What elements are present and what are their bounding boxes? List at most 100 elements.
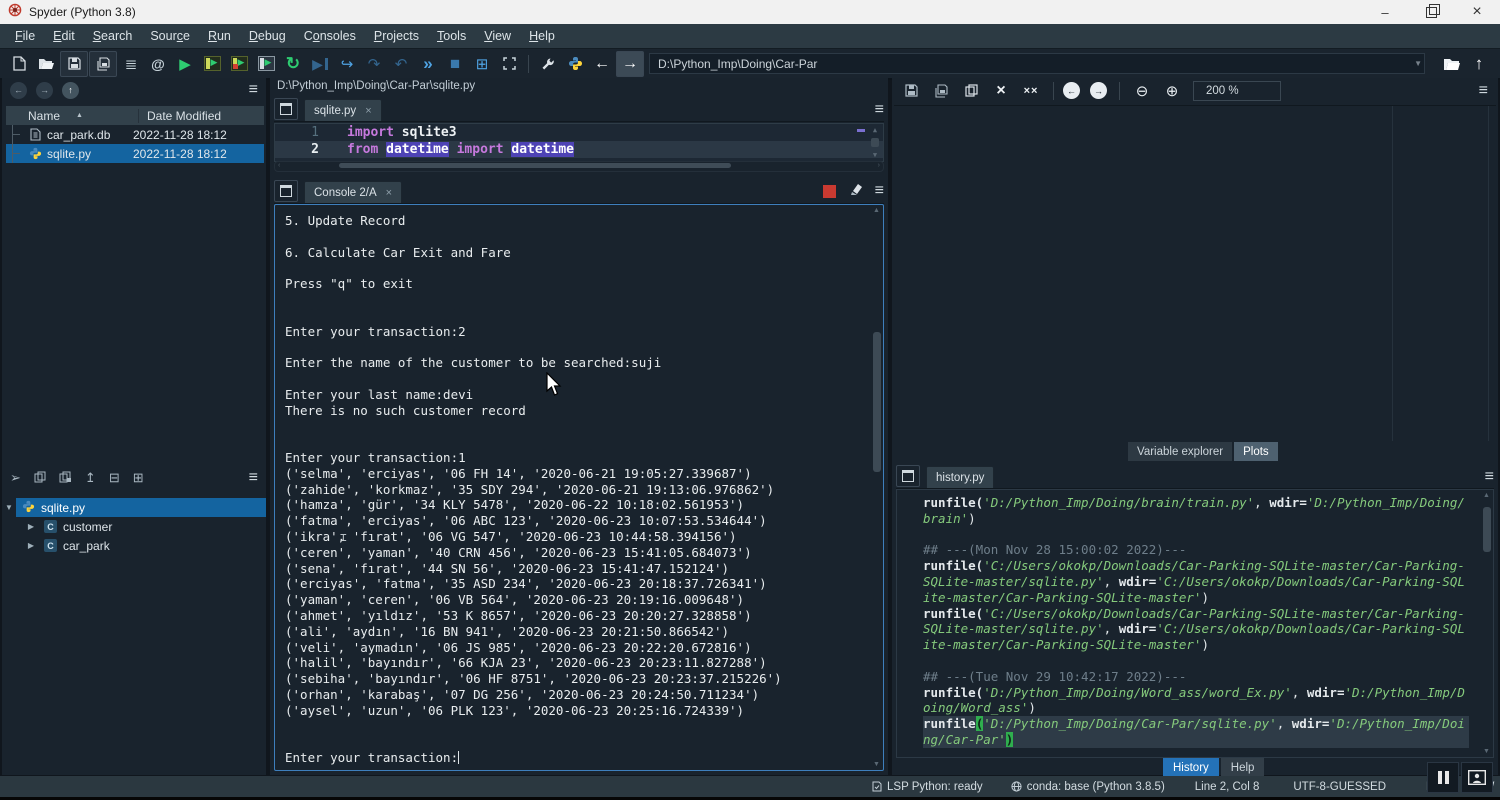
files-next-button[interactable]: → xyxy=(36,82,53,99)
back-button[interactable]: ← xyxy=(589,52,615,76)
console-options-menu-button[interactable]: ≡ xyxy=(875,182,884,200)
save-button[interactable] xyxy=(60,51,88,77)
run-cell-button[interactable]: ▶ xyxy=(199,52,225,76)
zoom-out-button[interactable]: ⊖ xyxy=(1129,79,1155,103)
scrollbar-thumb[interactable] xyxy=(1483,507,1491,552)
restore-button[interactable] xyxy=(1408,0,1454,24)
ipython-console[interactable]: 5. Update Record 6. Calculate Car Exit a… xyxy=(274,204,884,771)
close-tab-icon[interactable]: × xyxy=(365,105,371,117)
history-file-tab[interactable]: history.py xyxy=(926,466,994,488)
code-editor[interactable]: 1import sqlite32from datetime import dat… xyxy=(274,123,884,162)
menu-item-source[interactable]: Source xyxy=(141,26,199,46)
editor-scrollbar[interactable]: ▲ ▼ xyxy=(869,125,881,160)
debug-cell-button[interactable]: ↪ xyxy=(334,52,360,76)
copy-icon[interactable] xyxy=(34,471,46,486)
next-plot-button[interactable]: → xyxy=(1090,82,1107,99)
follow-cursor-icon[interactable]: ➢ xyxy=(10,470,21,486)
browse-directory-button[interactable] xyxy=(1439,52,1465,76)
menu-item-help[interactable]: Help xyxy=(520,26,564,46)
history-options-menu-button[interactable]: ≡ xyxy=(1485,468,1494,486)
menu-item-projects[interactable]: Projects xyxy=(365,26,428,46)
remove-all-plots-button[interactable]: ×× xyxy=(1018,79,1044,103)
outline-options-menu-button[interactable]: ≡ xyxy=(249,469,258,487)
menu-item-file[interactable]: File xyxy=(6,26,44,46)
editor-line-2[interactable]: 2from datetime import datetime xyxy=(275,141,883,158)
scroll-down-icon[interactable]: ▼ xyxy=(1483,748,1490,755)
step-return-button[interactable]: ↶ xyxy=(388,52,414,76)
interrupt-kernel-icon[interactable] xyxy=(823,185,836,198)
tree-collapsed-icon[interactable]: ▶ xyxy=(24,522,38,531)
tab-plots[interactable]: Plots xyxy=(1234,442,1278,461)
copy-plot-button[interactable] xyxy=(958,79,984,103)
conda-env-status[interactable]: conda: base (Python 3.8.5) xyxy=(1011,781,1165,793)
menu-item-tools[interactable]: Tools xyxy=(428,26,475,46)
column-header-name[interactable]: Name ▲ xyxy=(6,109,138,123)
python-path-button[interactable] xyxy=(562,52,588,76)
tab-history[interactable]: History xyxy=(1163,758,1219,778)
pause-updates-button[interactable] xyxy=(1427,762,1459,793)
menu-item-consoles[interactable]: Consoles xyxy=(295,26,365,46)
stop-debug-button[interactable]: ■ xyxy=(442,52,468,76)
history-log[interactable]: runfile('D:/Python_Imp/Doing/brain/train… xyxy=(896,489,1494,758)
new-file-button[interactable] xyxy=(6,52,32,76)
scroll-up-icon[interactable]: ▲ xyxy=(1483,492,1490,499)
debug-file-button[interactable]: ▶ xyxy=(307,52,333,76)
scroll-down-icon[interactable]: ▼ xyxy=(873,151,877,159)
tab-variable-explorer[interactable]: Variable explorer xyxy=(1128,442,1232,461)
copy-all-icon[interactable] xyxy=(59,471,72,486)
scroll-down-icon[interactable]: ▼ xyxy=(873,761,880,768)
files-parent-button[interactable]: ↑ xyxy=(62,82,79,99)
step-over-button[interactable]: ↷ xyxy=(361,52,387,76)
preferences-button[interactable] xyxy=(535,52,561,76)
working-directory-input[interactable] xyxy=(649,53,1425,74)
menu-item-view[interactable]: View xyxy=(475,26,520,46)
previous-plot-button[interactable]: ← xyxy=(1063,82,1080,99)
external-window-button[interactable]: ⊞ xyxy=(469,52,495,76)
menu-item-run[interactable]: Run xyxy=(199,26,240,46)
scroll-up-icon[interactable]: ▲ xyxy=(873,126,877,134)
save-all-button[interactable] xyxy=(89,51,117,77)
expand-all-icon[interactable]: ⊞ xyxy=(133,470,144,486)
history-scrollbar[interactable]: ▲ ▼ xyxy=(1481,492,1492,755)
browse-tabs-button[interactable] xyxy=(274,180,298,202)
outline-root-sqlite.py[interactable]: ▼sqlite.py xyxy=(2,498,266,517)
plots-options-menu-button[interactable]: ≡ xyxy=(1479,82,1488,100)
close-button[interactable]: × xyxy=(1454,0,1500,24)
outline-item-car_park[interactable]: ▶Ccar_park xyxy=(2,536,266,555)
parent-directory-button[interactable]: ↑ xyxy=(1466,52,1492,76)
forward-button[interactable]: → xyxy=(616,51,644,77)
path-dropdown-icon[interactable]: ▼ xyxy=(1414,59,1422,68)
browse-tabs-button[interactable] xyxy=(896,465,920,487)
close-tab-icon[interactable]: × xyxy=(386,187,392,199)
editor-line-1[interactable]: 1import sqlite3 xyxy=(275,124,883,141)
scroll-left-icon[interactable]: ‹ xyxy=(278,162,280,169)
run-file-button[interactable]: ▶ xyxy=(172,52,198,76)
collapse-all-icon[interactable]: ⊟ xyxy=(109,470,120,486)
hscrollbar-thumb[interactable] xyxy=(339,163,731,168)
console-output[interactable]: 5. Update Record 6. Calculate Car Exit a… xyxy=(285,213,861,766)
menu-item-search[interactable]: Search xyxy=(84,26,142,46)
panel-toggle-button[interactable] xyxy=(1461,762,1493,793)
scroll-up-icon[interactable]: ▲ xyxy=(873,207,880,214)
tab-help[interactable]: Help xyxy=(1221,758,1265,778)
maximize-pane-button[interactable] xyxy=(496,52,522,76)
continue-button[interactable]: » xyxy=(415,52,441,76)
scrollbar-thumb[interactable] xyxy=(871,138,879,147)
console-tab[interactable]: Console 2/A × xyxy=(304,181,402,203)
file-row-car_park.db[interactable]: car_park.db2022-11-28 18:12 xyxy=(6,125,264,144)
go-to-cursor-icon[interactable]: ↥ xyxy=(85,470,96,486)
files-previous-button[interactable]: ← xyxy=(10,82,27,99)
run-selection-button[interactable]: ▶ xyxy=(253,52,279,76)
file-switcher-button[interactable]: ≣ xyxy=(118,52,144,76)
console-scrollbar[interactable]: ▲ ▼ xyxy=(871,207,882,768)
editor-tab[interactable]: sqlite.py × xyxy=(304,99,382,121)
editor-hscrollbar[interactable]: ‹ › xyxy=(274,161,884,172)
scroll-right-icon[interactable]: › xyxy=(878,162,880,169)
scrollbar-thumb[interactable] xyxy=(873,332,881,472)
open-file-button[interactable] xyxy=(33,52,59,76)
save-plot-button[interactable] xyxy=(898,79,924,103)
tree-collapsed-icon[interactable]: ▶ xyxy=(24,541,38,550)
editor-options-menu-button[interactable]: ≡ xyxy=(875,101,884,119)
files-options-menu-button[interactable]: ≡ xyxy=(249,81,258,99)
minimize-button[interactable]: – xyxy=(1362,0,1408,24)
